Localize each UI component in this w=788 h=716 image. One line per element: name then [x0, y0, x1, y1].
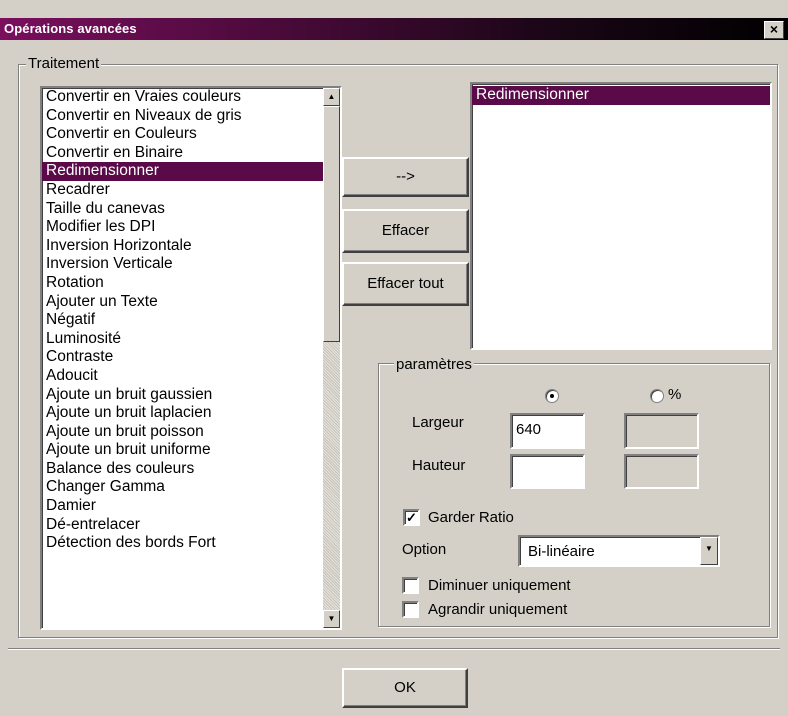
operation-list-item[interactable]: Ajoute un bruit laplacien [42, 404, 323, 423]
parametres-legend: paramètres [394, 356, 474, 373]
dialog-window: Opérations avancées × Traitement Convert… [0, 0, 788, 716]
operation-list-item[interactable]: Rotation [42, 274, 323, 293]
operation-list-item[interactable]: Balance des couleurs [42, 460, 323, 479]
operation-list-item[interactable]: Taille du canevas [42, 200, 323, 219]
percent-label: % [668, 386, 682, 403]
option-select-value: Bi-linéaire [528, 543, 595, 560]
width-percent-input [624, 413, 699, 449]
radio-dot-icon [550, 394, 554, 398]
operation-list-item[interactable]: Convertir en Binaire [42, 144, 323, 163]
enlarge-only-label: Agrandir uniquement [428, 601, 568, 618]
add-operation-button[interactable]: --> [342, 157, 469, 197]
operation-list-item[interactable]: Redimensionner [42, 162, 323, 181]
operation-list-item[interactable]: Négatif [42, 311, 323, 330]
option-label: Option [402, 541, 447, 558]
selected-operations-list[interactable]: Redimensionner [470, 82, 772, 350]
window-title: Opérations avancées [4, 21, 137, 36]
operation-list-item[interactable]: Dé-entrelacer [42, 516, 323, 535]
width-label: Largeur [412, 414, 464, 431]
height-input[interactable] [510, 454, 585, 489]
traitement-legend: Traitement [26, 55, 102, 72]
scroll-up-icon[interactable]: ▲ [323, 88, 340, 106]
ok-button[interactable]: OK [342, 668, 468, 708]
operation-list-item[interactable]: Inversion Horizontale [42, 237, 323, 256]
option-select[interactable]: Bi-linéaire ▼ [518, 535, 720, 567]
operation-list-item[interactable]: Contraste [42, 348, 323, 367]
unit-percent-radio[interactable] [650, 389, 664, 403]
close-button[interactable]: × [764, 21, 784, 39]
width-input[interactable]: 640 [510, 413, 585, 449]
footer-separator [8, 648, 780, 650]
operation-list-item[interactable]: Ajoute un bruit uniforme [42, 441, 323, 460]
operation-list-item[interactable]: Convertir en Couleurs [42, 125, 323, 144]
operation-list-item[interactable]: Changer Gamma [42, 478, 323, 497]
operation-list-item[interactable]: Ajoute un bruit gaussien [42, 386, 323, 405]
operation-list-item[interactable]: Recadrer [42, 181, 323, 200]
operation-list-item[interactable]: Ajoute un bruit poisson [42, 423, 323, 442]
operation-list-item[interactable]: Adoucit [42, 367, 323, 386]
clear-all-button[interactable]: Effacer tout [342, 262, 469, 306]
scroll-down-icon[interactable]: ▼ [323, 610, 340, 628]
scroll-thumb[interactable] [323, 106, 340, 342]
operations-list-items: Convertir en Vraies couleurs Convertir en… [42, 88, 323, 553]
unit-pixels-radio[interactable] [545, 389, 559, 403]
operation-list-item[interactable]: Damier [42, 497, 323, 516]
operation-list-item[interactable]: Convertir en Vraies couleurs [42, 88, 323, 107]
keep-ratio-checkbox[interactable]: ✓ [403, 509, 420, 526]
operation-list-item[interactable]: Modifier les DPI [42, 218, 323, 237]
height-percent-input [624, 454, 699, 489]
operation-list-item[interactable]: Luminosité [42, 330, 323, 349]
operation-list-item[interactable]: Détection des bords Fort [42, 534, 323, 553]
selected-list-items: Redimensionner [472, 86, 770, 105]
title-bar[interactable]: Opérations avancées × [0, 18, 788, 40]
operations-scrollbar[interactable]: ▲ ▼ [323, 88, 340, 628]
selected-operation-item[interactable]: Redimensionner [472, 86, 770, 105]
height-label: Hauteur [412, 457, 466, 474]
operation-list-item[interactable]: Inversion Verticale [42, 255, 323, 274]
clear-button[interactable]: Effacer [342, 209, 469, 253]
shrink-only-checkbox[interactable] [402, 577, 419, 594]
enlarge-only-checkbox[interactable] [402, 601, 419, 618]
keep-ratio-label: Garder Ratio [428, 509, 514, 526]
shrink-only-label: Diminuer uniquement [428, 577, 571, 594]
operation-list-item[interactable]: Ajouter un Texte [42, 293, 323, 312]
chevron-down-icon[interactable]: ▼ [700, 537, 718, 565]
operation-list-item[interactable]: Convertir en Niveaux de gris [42, 107, 323, 126]
operations-list[interactable]: Convertir en Vraies couleurs Convertir en… [40, 86, 342, 630]
